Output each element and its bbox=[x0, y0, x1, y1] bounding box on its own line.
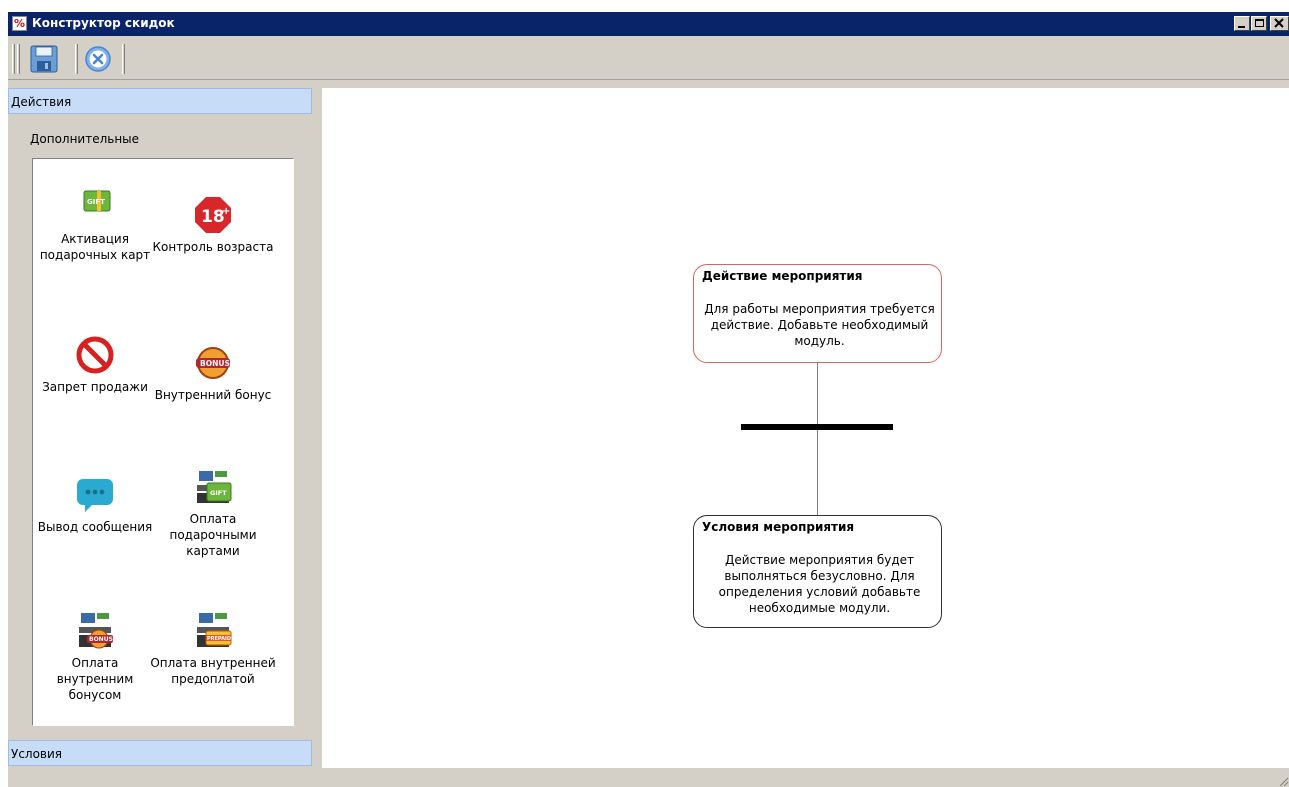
gift-card-payment-icon: GIFT bbox=[193, 467, 233, 507]
resize-grip-icon[interactable] bbox=[1277, 775, 1289, 787]
module-age-control[interactable]: 18 + Контроль возраста bbox=[145, 195, 281, 255]
maximize-button[interactable] bbox=[1251, 16, 1267, 31]
action-node[interactable]: Действие мероприятия Для работы мероприя… bbox=[693, 264, 942, 363]
sync-bar bbox=[741, 424, 893, 430]
connector-line bbox=[817, 363, 818, 515]
module-prepaid-payment[interactable]: PREPAID Оплата внутренней предоплатой bbox=[145, 611, 281, 687]
svg-text:GIFT: GIFT bbox=[210, 489, 227, 497]
conditions-header[interactable]: Условия bbox=[8, 740, 312, 766]
module-label: Оплата подарочными картами bbox=[169, 512, 257, 558]
message-icon bbox=[75, 475, 115, 515]
close-icon bbox=[1274, 18, 1284, 28]
window-title: Конструктор скидок bbox=[32, 16, 175, 30]
percent-app-icon: % bbox=[12, 16, 27, 31]
svg-text:GIFT: GIFT bbox=[87, 198, 105, 206]
floppy-save-icon bbox=[30, 45, 58, 73]
prepaid-payment-icon: PREPAID bbox=[193, 611, 233, 651]
toolbar-grip[interactable] bbox=[12, 44, 15, 74]
module-label: Внутренний бонус bbox=[154, 388, 272, 402]
module-label: Контроль возраста bbox=[152, 240, 274, 254]
group-title: Дополнительные bbox=[30, 132, 140, 146]
module-label: Запрет продажи bbox=[42, 380, 148, 394]
module-sale-ban[interactable]: Запрет продажи bbox=[33, 335, 157, 395]
minimize-button[interactable] bbox=[1234, 16, 1250, 31]
bonus-payment-icon: BONUS bbox=[75, 611, 115, 651]
cancel-button[interactable] bbox=[82, 44, 114, 74]
close-button[interactable] bbox=[1270, 16, 1289, 31]
action-node-title: Действие мероприятия bbox=[702, 269, 863, 283]
condition-node-title: Условия мероприятия bbox=[702, 520, 855, 534]
svg-text:+: + bbox=[222, 206, 230, 217]
app-window: % Конструктор скидок Действия Дополнител… bbox=[8, 12, 1289, 787]
no-sale-icon bbox=[75, 335, 115, 375]
diagram-canvas[interactable]: Действие мероприятия Для работы мероприя… bbox=[322, 88, 1289, 768]
toolbar-separator bbox=[75, 44, 78, 74]
gift-card-icon: GIFT bbox=[75, 187, 115, 227]
toolbar-grip bbox=[17, 44, 20, 74]
module-show-message[interactable]: Вывод сообщения bbox=[33, 475, 157, 535]
module-label: Вывод сообщения bbox=[37, 520, 153, 534]
maximize-icon bbox=[1255, 19, 1264, 27]
module-label: Оплата внутренней предоплатой bbox=[150, 656, 276, 686]
bonus-icon: BONUS bbox=[193, 343, 233, 383]
modules-panel: Действия Дополнительные GIFT Активация п… bbox=[8, 88, 314, 768]
save-button[interactable] bbox=[28, 44, 60, 74]
svg-text:PREPAID: PREPAID bbox=[207, 636, 231, 642]
module-gift-card-payment[interactable]: GIFT Оплата подарочными картами bbox=[145, 467, 281, 559]
toolbar-separator bbox=[122, 44, 125, 74]
status-bar bbox=[8, 768, 1289, 787]
module-bonus-payment[interactable]: BONUS Оплата внутренним бонусом bbox=[33, 611, 157, 703]
toolbar bbox=[8, 36, 1289, 80]
age-18-icon: 18 + bbox=[193, 195, 233, 235]
condition-node-description: Действие мероприятия будет выполняться б… bbox=[718, 553, 921, 615]
title-bar[interactable]: % Конструктор скидок bbox=[8, 12, 1289, 36]
module-palette: GIFT Активация подарочных карт 18 + Контр… bbox=[32, 158, 294, 726]
action-node-description: Для работы мероприятия требуется действи… bbox=[704, 302, 935, 348]
module-label: Активация подарочных карт bbox=[39, 232, 151, 262]
actions-header[interactable]: Действия bbox=[8, 88, 312, 114]
module-internal-bonus[interactable]: BONUS Внутренний бонус bbox=[145, 343, 281, 403]
close-circle-icon bbox=[85, 46, 111, 72]
module-label: Оплата внутренним бонусом bbox=[56, 656, 134, 702]
condition-node[interactable]: Условия мероприятия Действие мероприятия… bbox=[693, 515, 942, 628]
module-gift-card-activation[interactable]: GIFT Активация подарочных карт bbox=[33, 187, 157, 263]
svg-text:BONUS: BONUS bbox=[89, 636, 113, 643]
minimize-icon bbox=[1238, 26, 1245, 28]
svg-text:BONUS: BONUS bbox=[200, 359, 230, 368]
